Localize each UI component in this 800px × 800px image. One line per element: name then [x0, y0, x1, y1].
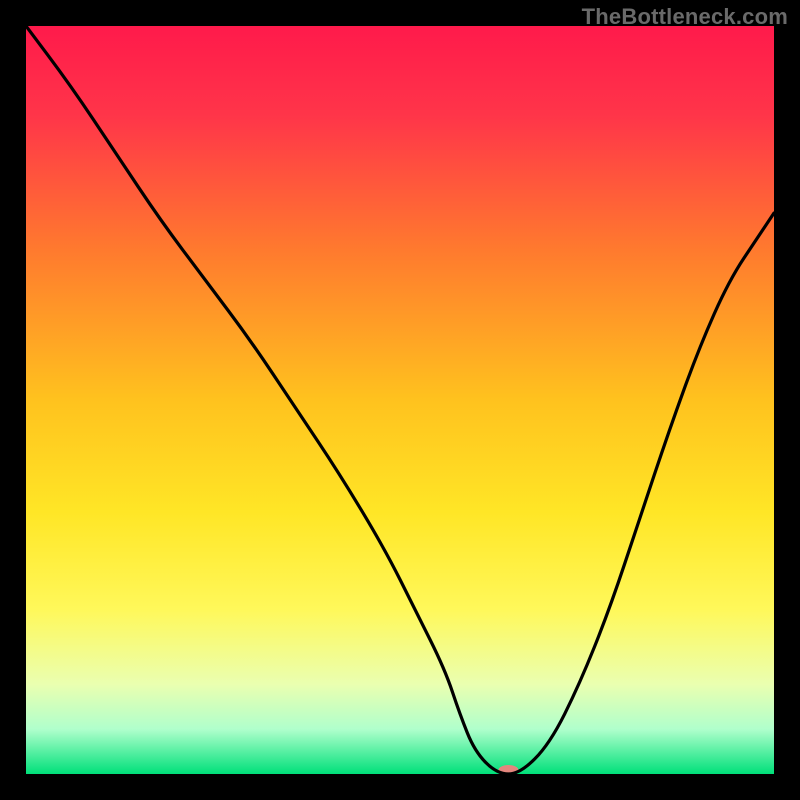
gradient-background: [26, 26, 774, 774]
chart-frame: TheBottleneck.com: [0, 0, 800, 800]
watermark-text: TheBottleneck.com: [582, 4, 788, 30]
plot-area: [26, 26, 774, 774]
chart-svg: [26, 26, 774, 774]
